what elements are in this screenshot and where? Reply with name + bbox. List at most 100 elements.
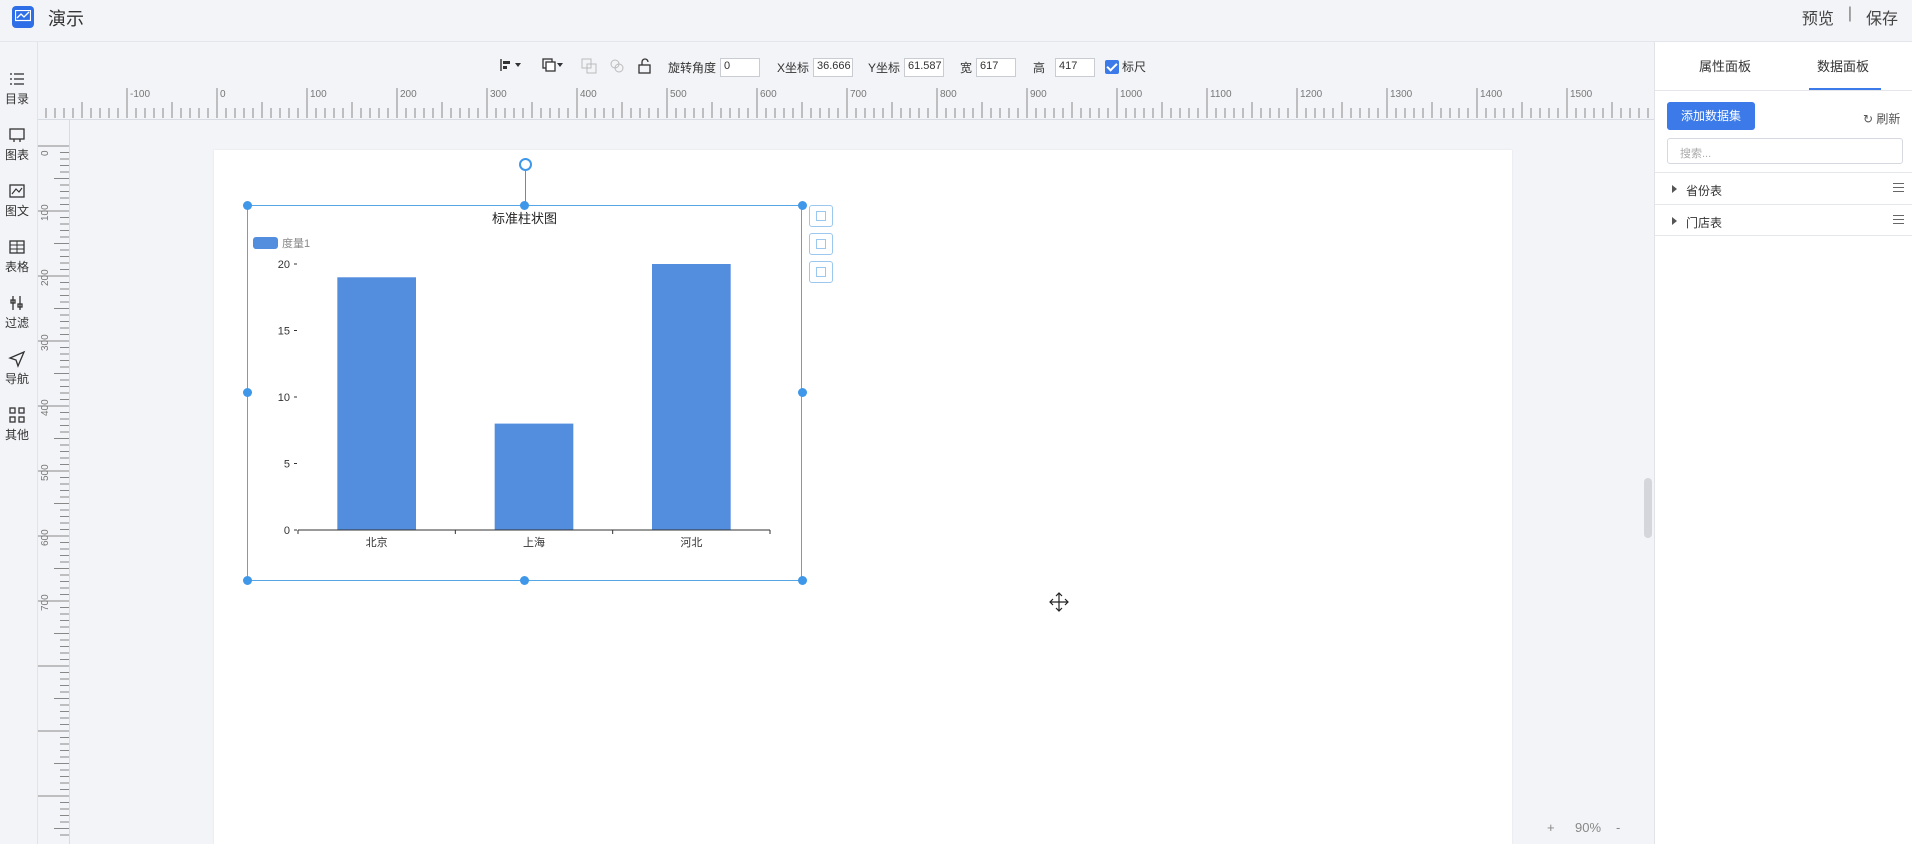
resize-handle-s[interactable] [520, 576, 529, 585]
x-input[interactable]: 36.666 [813, 58, 854, 77]
rotation-input[interactable]: 0 [720, 58, 761, 77]
sidebar-item-label: 目录 [4, 92, 29, 106]
resize-handle-ne[interactable] [798, 201, 807, 210]
ruler-label: 标尺 [1122, 60, 1147, 74]
ruler-label: 900 [1030, 89, 1047, 100]
vertical-ruler-ticks [38, 145, 69, 836]
resize-handle-e[interactable] [798, 388, 807, 397]
tab-properties[interactable]: 属性面板 [1699, 56, 1751, 75]
ruler-label: 300 [490, 89, 507, 100]
app-title: 演示 [48, 9, 84, 29]
resize-handle-w[interactable] [243, 388, 252, 397]
sidebar-item-navigation[interactable]: 导航 [0, 350, 34, 387]
rotation-label: 旋转角度 [668, 61, 717, 75]
group-icon[interactable] [581, 58, 597, 74]
refresh-button[interactable]: ↻ 刷新 [1863, 110, 1900, 127]
sidebar-item-catalog[interactable]: 目录 [0, 70, 34, 107]
resize-handle-n[interactable] [520, 201, 529, 210]
y-field: Y坐标 61.587 [868, 58, 945, 77]
tab-data[interactable]: 数据面板 [1817, 56, 1869, 75]
legend-swatch[interactable] [253, 237, 278, 249]
dataset-search-input[interactable]: 搜索... [1667, 138, 1903, 164]
resize-handle-nw[interactable] [243, 201, 252, 210]
zoom-out-button[interactable]: - [1616, 820, 1620, 835]
ruler-label: 100 [40, 204, 51, 221]
x-label: X坐标 [777, 61, 810, 75]
y-tick-label: 10 [278, 392, 290, 404]
width-field: 宽 617 [960, 58, 1017, 77]
bar[interactable] [337, 277, 416, 530]
height-input[interactable]: 417 [1055, 58, 1096, 77]
edit-component-button[interactable] [809, 205, 833, 227]
chart-icon [9, 128, 25, 142]
refresh-icon: ↻ [1863, 112, 1874, 126]
canvas-scrollbar[interactable] [1644, 478, 1652, 538]
menu-icon[interactable] [1893, 183, 1904, 195]
save-button[interactable]: 保存 [1866, 5, 1898, 29]
y-tick-label: 0 [284, 525, 290, 537]
preview-button[interactable]: 预览 [1802, 5, 1834, 29]
ruler-label: -100 [130, 89, 151, 100]
y-tick-label: 15 [278, 326, 290, 338]
sidebar-item-chart[interactable]: 图表 [0, 126, 34, 163]
app-logo-icon [12, 6, 34, 28]
panel-divider [1655, 90, 1912, 91]
sidebar-item-label: 图表 [4, 148, 29, 162]
ruler-label: 600 [760, 89, 777, 100]
bar[interactable] [652, 264, 731, 530]
ruler-label: 200 [40, 269, 51, 286]
copy-icon [816, 239, 826, 249]
add-dataset-button[interactable]: 添加数据集 [1667, 102, 1755, 130]
copy-component-button[interactable] [809, 233, 833, 255]
dataset-item[interactable]: 省份表 [1655, 172, 1912, 204]
ungroup-icon[interactable] [609, 58, 625, 74]
ruler-label: 0 [220, 89, 226, 100]
resize-handle-sw[interactable] [243, 576, 252, 585]
ruler-label: 1300 [1390, 89, 1413, 100]
sidebar-item-filter[interactable]: 过滤 [0, 294, 34, 331]
unlock-icon[interactable] [637, 58, 653, 74]
expand-arrow-icon[interactable] [1672, 185, 1677, 193]
component-sidebar: 目录 图表 图文 表格 过滤 导航 其他 [0, 42, 38, 844]
sidebar-item-label: 导航 [4, 372, 29, 386]
ruler-checkbox[interactable] [1105, 59, 1119, 74]
sidebar-item-image-text[interactable]: 图文 [0, 182, 34, 219]
ruler-label: 1100 [1210, 89, 1232, 100]
ruler-label: 800 [940, 89, 957, 100]
delete-component-button[interactable] [809, 261, 833, 283]
rotate-handle[interactable] [519, 158, 532, 171]
menu-icon[interactable] [1893, 215, 1904, 227]
x-field: X坐标 36.666 [777, 58, 854, 77]
expand-arrow-icon[interactable] [1672, 217, 1677, 225]
sidebar-item-table[interactable]: 表格 [0, 238, 34, 275]
layer-icon [542, 58, 563, 72]
vertical-ruler: 0 100 200 300 400 500 600 700 [38, 120, 70, 844]
height-label: 高 [1033, 61, 1046, 75]
x-tick-label: 北京 [366, 535, 388, 549]
dataset-name: 门店表 [1686, 216, 1723, 230]
width-input[interactable]: 617 [976, 58, 1017, 77]
sidebar-item-label: 过滤 [4, 316, 29, 330]
zoom-in-button[interactable]: + [1547, 820, 1555, 835]
ruler-label: 700 [40, 594, 51, 611]
sidebar-item-other[interactable]: 其他 [0, 406, 34, 443]
y-input[interactable]: 61.587 [904, 58, 945, 77]
dataset-name: 省份表 [1686, 184, 1723, 198]
bar-chart: 标准柱状图度量1 0 5 10 15 20 北京 上海 河北 [253, 211, 771, 549]
legend-label[interactable]: 度量1 [282, 236, 310, 250]
ruler-label: 500 [670, 89, 687, 100]
rotation-field: 旋转角度 0 [668, 58, 761, 77]
right-panel: 属性面板 数据面板 添加数据集 ↻ 刷新 搜索... 省份表 门店表 [1654, 42, 1912, 844]
layer-dropdown[interactable] [542, 58, 564, 72]
bar[interactable] [494, 423, 574, 530]
dataset-item[interactable]: 门店表 [1655, 204, 1912, 236]
canvas-toolbar: 旋转角度 0 X坐标 36.666 Y坐标 61.587 宽 617 高 417… [38, 42, 1654, 86]
ruler-toggle[interactable]: 标尺 [1105, 58, 1146, 75]
bar-chart-component[interactable]: 标准柱状图 度量1 0 5 10 15 20 北京 上海 河北 [247, 205, 802, 581]
align-dropdown[interactable] [500, 58, 522, 72]
filter-icon [10, 296, 23, 310]
resize-handle-se[interactable] [798, 576, 807, 585]
ruler-label: 700 [850, 89, 867, 100]
y-tick-label: 5 [284, 459, 290, 471]
image-text-icon [9, 184, 25, 198]
